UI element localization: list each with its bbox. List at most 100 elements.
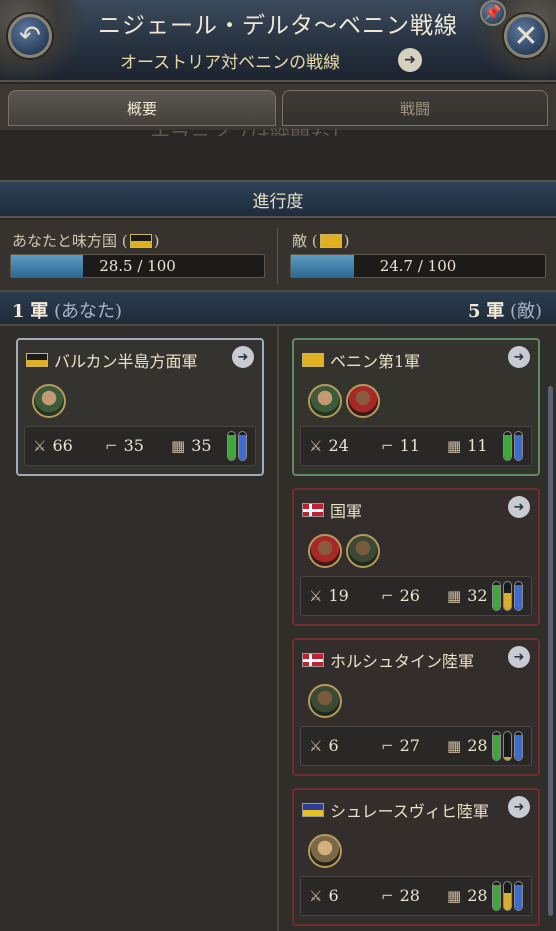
manpower-icon: ⚔ (309, 586, 323, 605)
back-button[interactable]: ↶ (8, 14, 52, 58)
go-to-army-icon[interactable]: ➜ (508, 796, 530, 818)
army-name: バルカン半島方面軍 (26, 348, 198, 372)
supplies-stat: ▦ 32 (447, 586, 488, 605)
general-portrait[interactable] (308, 384, 342, 418)
supplies-value: 28 (467, 886, 488, 905)
pin-icon[interactable]: 📌 (480, 0, 506, 26)
rifle-icon: ⌐ (381, 436, 394, 455)
allies-progress-text: 28.5 / 100 (99, 257, 176, 275)
supplies-stat: ▦ 11 (447, 436, 488, 455)
close-icon: ✕ (513, 18, 539, 54)
sleswig-flag-icon (302, 803, 324, 817)
tab-overview[interactable]: 概要 (8, 90, 276, 126)
army-name: 国軍 (302, 498, 362, 522)
general-portrait[interactable] (308, 534, 342, 568)
army-status-gauges (492, 731, 523, 761)
manpower-value: 19 (328, 586, 349, 605)
rifle-icon: ⌐ (381, 886, 394, 905)
supplies-value: 11 (467, 436, 488, 455)
enemy-army-count: 5 軍 (敵) (467, 301, 542, 322)
manpower-value: 66 (52, 436, 73, 455)
general-portraits (308, 834, 342, 868)
manpower-stat: ⚔ 6 (309, 736, 339, 755)
go-to-army-icon[interactable]: ➜ (232, 346, 254, 368)
army-status-gauges (227, 431, 247, 461)
general-portraits (308, 384, 380, 418)
blue-gauge (238, 431, 247, 461)
back-arrow-icon: ↶ (19, 21, 41, 51)
general-portrait[interactable] (308, 684, 342, 718)
arms-stat: ⌐ 27 (381, 736, 420, 755)
enemy-scrollbar[interactable] (548, 386, 553, 916)
army-name: シュレースヴィヒ陸軍 (302, 798, 489, 822)
go-to-army-icon[interactable]: ➜ (508, 646, 530, 668)
blue-gauge (514, 581, 523, 611)
tab-battle[interactable]: 戦闘 (282, 90, 548, 126)
subtitle-arrow-icon[interactable]: ➜ (398, 48, 422, 72)
army-status-gauges (492, 581, 523, 611)
go-to-army-icon[interactable]: ➜ (508, 496, 530, 518)
general-portraits (308, 684, 342, 718)
green-gauge (227, 431, 236, 461)
close-button[interactable]: ✕ (504, 14, 548, 58)
go-to-army-icon[interactable]: ➜ (508, 346, 530, 368)
green-gauge (492, 581, 501, 611)
rifle-icon: ⌐ (105, 436, 118, 455)
progress-area: あなたと味方国 ( ) 28.5 / 100 敵 ( ) 24.7 / 100 (0, 220, 556, 290)
army-name-label: ベニン第1軍 (330, 352, 421, 371)
benin-flag-icon (319, 233, 342, 248)
army-stats: ⚔ 24 ⌐ 11 ▦ 11 (300, 426, 532, 466)
manpower-stat: ⚔ 19 (309, 586, 349, 605)
arms-value: 27 (399, 736, 420, 755)
army-stats: ⚔ 6 ⌐ 28 ▦ 28 (300, 876, 532, 916)
benin-flag-icon (302, 353, 324, 367)
supplies-value: 28 (467, 736, 488, 755)
yellow-gauge (503, 731, 512, 761)
army-name-label: ホルシュタイン陸軍 (330, 652, 475, 671)
army-stats: ⚔ 66 ⌐ 35 ▦ 35 (24, 426, 256, 466)
green-gauge (492, 881, 501, 911)
enemy-army-card[interactable]: シュレースヴィヒ陸軍 ➜ ⚔ 6 ⌐ 28 ▦ 28 (292, 788, 540, 926)
own-army-count: 1 軍 (あなた) (12, 301, 123, 322)
enemy-label: 敵 ( ) (292, 231, 350, 251)
manpower-icon: ⚔ (33, 436, 47, 455)
manpower-stat: ⚔ 66 (33, 436, 73, 455)
manpower-value: 6 (328, 736, 339, 755)
green-gauge (492, 731, 501, 761)
supplies-stat: ▦ 28 (447, 736, 488, 755)
general-portraits (32, 384, 66, 418)
column-divider (277, 326, 279, 931)
arms-stat: ⌐ 11 (381, 436, 420, 455)
own-army-card[interactable]: バルカン半島方面軍 ➜ ⚔ 66 ⌐ 35 ▦ 35 (16, 338, 264, 476)
page-title: ニジェール・デルタ〜ベニン戦線 (98, 13, 458, 39)
window-header: ↶ ニジェール・デルタ〜ベニン戦線 オーストリア対ベニンの戦線 ➜ 📌 ✕ (0, 0, 556, 82)
arms-stat: ⌐ 28 (381, 886, 420, 905)
general-portrait[interactable] (32, 384, 66, 418)
arms-value: 28 (399, 886, 420, 905)
manpower-stat: ⚔ 6 (309, 886, 339, 905)
yellow-gauge (503, 581, 512, 611)
army-status-gauges (503, 431, 523, 461)
enemy-army-card[interactable]: ベニン第1軍 ➜ ⚔ 24 ⌐ 11 ▦ 11 (292, 338, 540, 476)
general-portrait[interactable] (308, 834, 342, 868)
general-portrait[interactable] (346, 384, 380, 418)
enemy-army-card[interactable]: ホルシュタイン陸軍 ➜ ⚔ 6 ⌐ 27 ▦ 28 (292, 638, 540, 776)
manpower-icon: ⚔ (309, 736, 323, 755)
enemy-army-card[interactable]: 国軍 ➜ ⚔ 19 ⌐ 26 ▦ 32 (292, 488, 540, 626)
allies-progress-bar: 28.5 / 100 (10, 254, 265, 278)
supplies-stat: ▦ 28 (447, 886, 488, 905)
army-stats: ⚔ 19 ⌐ 26 ▦ 32 (300, 576, 532, 616)
army-name-label: 国軍 (330, 502, 363, 521)
army-name: ベニン第1軍 (302, 348, 420, 372)
green-gauge (503, 431, 512, 461)
rifle-icon: ⌐ (381, 586, 394, 605)
supplies-value: 35 (191, 436, 212, 455)
general-portrait[interactable] (346, 534, 380, 568)
yellow-gauge (503, 881, 512, 911)
manpower-icon: ⚔ (309, 886, 323, 905)
supply-icon: ▦ (447, 586, 462, 605)
army-name-label: バルカン半島方面軍 (54, 352, 198, 371)
supplies-stat: ▦ 35 (171, 436, 212, 455)
progress-divider (277, 228, 278, 284)
manpower-stat: ⚔ 24 (309, 436, 349, 455)
